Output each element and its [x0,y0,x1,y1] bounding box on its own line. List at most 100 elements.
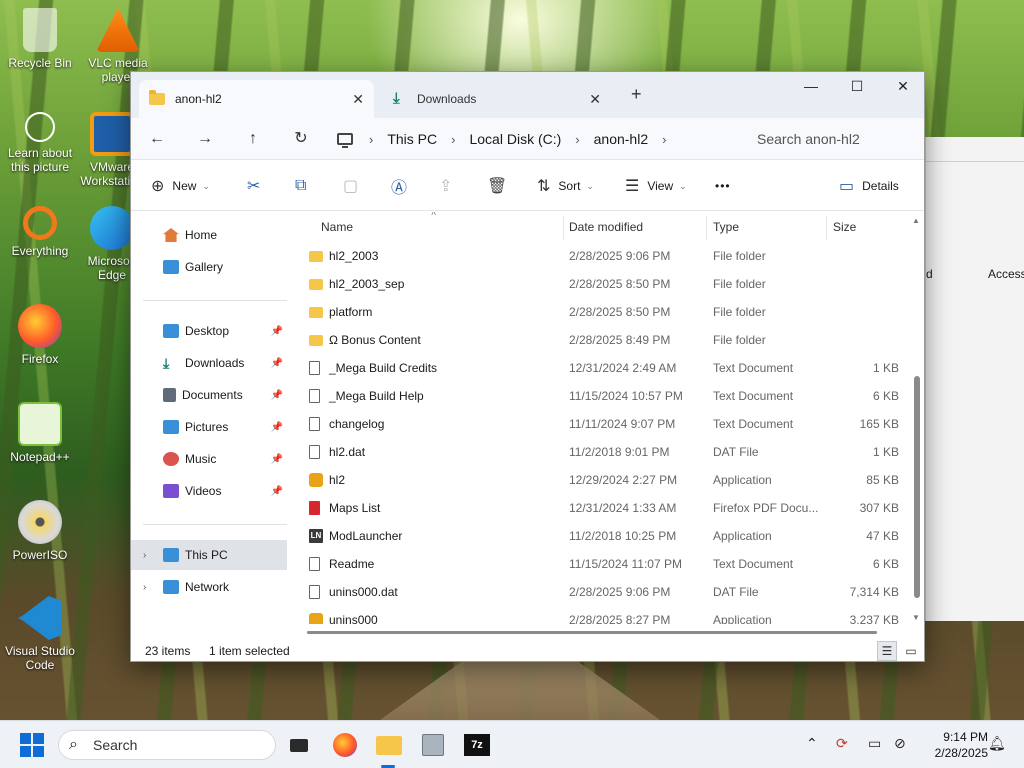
nav-item-music[interactable]: Music 📌 [131,444,287,474]
table-row[interactable]: hl2 12/29/2024 2:27 PM Application 85 KB [293,466,905,494]
desktop-icon-everything[interactable]: Everything [0,206,80,258]
table-row[interactable]: LN ModLauncher 11/2/2018 10:25 PM Applicati… [293,522,905,550]
scrollbar-thumb[interactable] [914,376,920,598]
nav-item-network[interactable]: › Network [131,572,287,602]
scroll-down-icon[interactable]: ▼ [912,613,920,622]
scroll-up-icon[interactable]: ▲ [912,216,920,225]
minimize-button[interactable]: — [788,72,834,102]
clock[interactable]: 9:14 PM 2/28/2025 [918,729,988,761]
cut-button[interactable]: ✂ [247,173,268,199]
breadcrumb-anon-hl2[interactable]: anon-hl2 [594,131,649,147]
table-row[interactable]: unins000 2/28/2025 8:27 PM Application 3,23… [293,606,905,624]
nav-item-desktop[interactable]: Desktop 📌 [131,316,287,346]
desktop-icon-vscode[interactable]: Visual Studio Code [0,596,80,672]
table-row[interactable]: changelog 11/11/2024 9:07 PM Text Document… [293,410,905,438]
desktop-icon-notepadpp[interactable]: Notepad++ [0,402,80,464]
desktop-icon-learn-about-picture[interactable]: Learn about this picture [0,112,80,174]
tab-downloads[interactable]: ⤓ Downloads ✕ [383,80,611,118]
details-pane-button[interactable]: ▭ Details [839,173,899,199]
table-row[interactable]: hl2.dat 11/2/2018 9:01 PM DAT File 1 KB [293,438,905,466]
view-button[interactable]: ☰ View ⌄ [625,173,687,199]
paste-button[interactable]: ▢ [343,173,366,199]
table-row[interactable]: unins000.dat 2/28/2025 9:06 PM DAT File 7,3… [293,578,905,606]
nav-item-documents[interactable]: Documents 📌 [131,380,287,410]
table-row[interactable]: Ω Bonus Content 2/28/2025 8:49 PM File fol… [293,326,905,354]
table-row[interactable]: platform 2/28/2025 8:50 PM File folder [293,298,905,326]
notification-bell-icon[interactable]: 🔔︎ [988,735,1006,752]
chevron-right-icon[interactable]: › [369,132,373,147]
taskbar-firefox[interactable] [330,730,360,760]
task-view-button[interactable] [286,730,316,760]
nav-item-this-pc[interactable]: › This PC [131,540,287,570]
table-row[interactable]: hl2_2003 2/28/2025 9:06 PM File folder [293,242,905,270]
new-button[interactable]: ⊕ New ⌄ [151,173,210,199]
column-header-size[interactable]: Size [833,212,856,242]
column-header-date[interactable]: Date modified [569,212,643,242]
column-separator[interactable] [563,216,564,240]
chevron-right-icon[interactable]: › [662,132,666,147]
desktop-icon-firefox[interactable]: Firefox [0,304,80,366]
column-separator[interactable] [706,216,707,240]
taskbar-7zip[interactable]: 7z [462,730,492,760]
volume-muted-icon[interactable]: ⊘ [894,735,906,752]
table-row[interactable]: _Mega Build Credits 12/31/2024 2:49 AM Tex… [293,354,905,382]
share-button[interactable]: ⇪ [439,173,460,199]
nav-item-pictures[interactable]: Pictures 📌 [131,412,287,442]
delete-button[interactable]: 🗑 [487,173,515,199]
refresh-icon[interactable]: ↻ [287,126,315,152]
pin-icon[interactable]: 📌 [271,326,283,337]
table-row[interactable]: _Mega Build Help 11/15/2024 10:57 PM Text … [293,382,905,410]
breadcrumb-local-disk[interactable]: Local Disk (C:) [469,131,561,147]
desktop-icon-recycle-bin[interactable]: Recycle Bin [0,8,80,70]
table-row[interactable]: Readme 11/15/2024 11:07 PM Text Document 6 … [293,550,905,578]
nav-item-videos[interactable]: Videos 📌 [131,476,287,506]
pin-icon[interactable]: 📌 [271,454,283,465]
new-tab-icon[interactable]: + [631,84,642,105]
copy-button[interactable]: ⧉ [295,173,314,199]
close-window-button[interactable]: ✕ [880,72,926,102]
maximize-button[interactable]: ☐ [834,72,880,102]
nav-item-downloads[interactable]: ⤓ Downloads 📌 [131,348,287,378]
pin-icon[interactable]: 📌 [271,422,283,433]
taskbar-file-explorer[interactable] [374,730,404,760]
tiles-view-button[interactable]: ▭ [901,641,921,661]
chevron-right-icon[interactable]: › [143,582,146,593]
chevron-right-icon[interactable]: › [143,550,146,561]
forward-arrow-icon[interactable]: → [191,126,219,152]
table-row[interactable]: Maps List 12/31/2024 1:33 AM Firefox PDF D… [293,494,905,522]
taskbar-app[interactable] [418,730,448,760]
document-icon [309,557,320,571]
up-arrow-icon[interactable]: ↑ [239,126,267,152]
close-tab-icon[interactable]: ✕ [589,91,601,108]
breadcrumb[interactable]: › This PC › Local Disk (C:) › anon-hl2 › [337,126,680,152]
table-row[interactable]: hl2_2003_sep 2/28/2025 8:50 PM File folder [293,270,905,298]
horizontal-scrollbar[interactable] [307,629,877,635]
column-separator[interactable] [826,216,827,240]
nav-item-home[interactable]: Home [131,220,287,250]
scrollbar-thumb[interactable] [307,631,877,634]
column-header-type[interactable]: Type [713,212,739,242]
close-tab-icon[interactable]: ✕ [352,91,364,108]
vertical-scrollbar[interactable]: ▲ ▼ [910,214,924,624]
sort-button[interactable]: ⇅ Sort ⌄ [537,173,594,199]
details-view-button[interactable]: ☰ [877,641,897,661]
pin-icon[interactable]: 📌 [271,390,283,401]
nav-item-gallery[interactable]: Gallery [131,252,287,282]
taskbar-search[interactable]: ⌕ Search [58,730,276,760]
search-input[interactable]: Search anon-hl2 [741,126,921,152]
network-icon[interactable]: ▭ [868,735,881,752]
breadcrumb-this-pc[interactable]: This PC [387,131,437,147]
start-button[interactable] [20,733,44,757]
more-options-button[interactable]: ••• [715,173,731,199]
column-header-name[interactable]: Name [321,212,353,242]
chevron-right-icon[interactable]: › [575,132,579,147]
chevron-right-icon[interactable]: › [451,132,455,147]
chevron-up-icon[interactable]: ⌃ [806,735,818,752]
update-icon[interactable]: ⟳ [836,735,848,752]
desktop-icon-poweriso[interactable]: PowerISO [0,500,80,562]
back-arrow-icon[interactable]: ← [143,126,171,152]
pin-icon[interactable]: 📌 [271,486,283,497]
tab-anon-hl2[interactable]: anon-hl2 ✕ [139,80,374,118]
rename-button[interactable]: Ⓐ [391,173,415,199]
pin-icon[interactable]: 📌 [271,358,283,369]
